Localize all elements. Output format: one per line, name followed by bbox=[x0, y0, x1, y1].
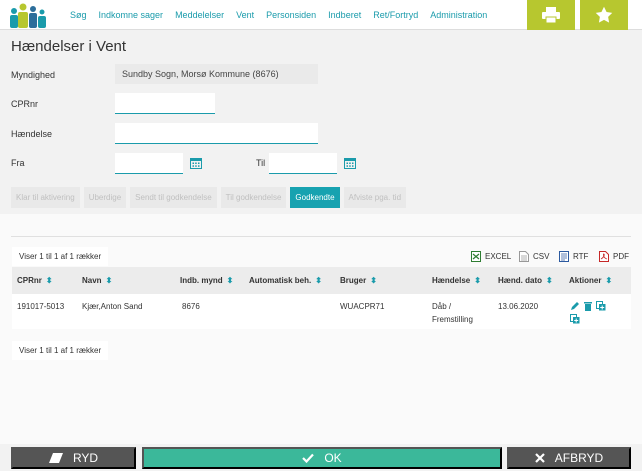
filter-afviste-pga-tid[interactable]: Afviste pga. tid bbox=[343, 187, 407, 208]
filter-godkendte[interactable]: Godkendte bbox=[290, 187, 340, 208]
column-indb-mynd[interactable]: Indb. mynd ⬍ bbox=[180, 267, 233, 294]
cell-haendelse-line1: Dåb / bbox=[432, 302, 452, 311]
sort-icon: ⬍ bbox=[226, 276, 234, 285]
cell-indb-mynd: 8676 bbox=[182, 302, 200, 311]
star-icon bbox=[595, 6, 613, 23]
top-navigation: Søg Indkomne sager Meddelelser Vent Pers… bbox=[0, 0, 642, 30]
column-label: Hænd. dato bbox=[498, 276, 542, 285]
export-rtf[interactable]: RTF bbox=[559, 251, 588, 262]
export-csv-label: CSV bbox=[533, 252, 550, 261]
column-label: Hændelse bbox=[432, 276, 471, 285]
nav-item-indberet[interactable]: Indberet bbox=[322, 10, 367, 20]
nav-item-indkomne-sager[interactable]: Indkomne sager bbox=[93, 10, 170, 20]
logo-icon bbox=[10, 3, 46, 28]
myndighed-label: Myndighed bbox=[11, 70, 56, 80]
afbryd-button[interactable]: AFBRYD bbox=[507, 447, 631, 469]
cell-cprnr: 191017-5013 bbox=[17, 302, 65, 311]
rows-info-top: Viser 1 til 1 af 1 rækker bbox=[12, 247, 109, 266]
page-title: Hændelser i Vent bbox=[11, 38, 127, 55]
column-label: CPRnr bbox=[17, 276, 42, 285]
column-cprnr[interactable]: CPRnr ⬍ bbox=[17, 267, 53, 294]
print-button[interactable] bbox=[527, 0, 575, 30]
column-label: Automatisk beh. bbox=[249, 276, 312, 285]
nav-item-ret-fortryd[interactable]: Ret/Fortryd bbox=[367, 10, 424, 20]
copy-add-icon[interactable] bbox=[570, 314, 580, 324]
export-rtf-label: RTF bbox=[573, 252, 589, 261]
ryd-button[interactable]: RYD bbox=[11, 447, 136, 469]
column-label: Aktioner bbox=[569, 276, 602, 285]
nav-item-soeg[interactable]: Søg bbox=[64, 10, 93, 20]
export-csv[interactable]: CSV bbox=[519, 251, 549, 262]
haendelse-label: Hændelse bbox=[11, 129, 53, 139]
calendar-icon[interactable] bbox=[190, 157, 202, 169]
column-label: Navn bbox=[82, 276, 102, 285]
ryd-label: RYD bbox=[72, 451, 99, 465]
fra-label: Fra bbox=[11, 158, 25, 168]
haendelse-input[interactable] bbox=[115, 123, 318, 144]
export-pdf-label: PDF bbox=[613, 252, 629, 261]
checkmark-icon bbox=[302, 453, 315, 463]
nav-item-administration[interactable]: Administration bbox=[424, 10, 493, 20]
export-pdf[interactable]: PDF bbox=[599, 251, 629, 262]
sort-icon: ⬍ bbox=[370, 276, 377, 285]
pdf-icon bbox=[599, 251, 609, 262]
column-navn[interactable]: Navn ⬍ bbox=[82, 267, 112, 294]
cell-bruger: WUACPR71 bbox=[340, 302, 385, 311]
column-bruger[interactable]: Bruger ⬍ bbox=[340, 267, 377, 294]
filter-uberdige[interactable]: Uberdige bbox=[83, 187, 127, 208]
sort-icon: ⬍ bbox=[546, 276, 553, 285]
til-date-input[interactable] bbox=[269, 153, 337, 174]
cprnr-input[interactable] bbox=[115, 93, 215, 114]
fra-date-input[interactable] bbox=[115, 153, 183, 174]
filter-klar-til-aktivering[interactable]: Klar til aktivering bbox=[11, 187, 80, 208]
column-automatisk-beh[interactable]: Automatisk beh. ⬍ bbox=[249, 267, 322, 294]
column-haendelse[interactable]: Hændelse ⬍ bbox=[432, 267, 481, 294]
column-haend-dato[interactable]: Hænd. dato ⬍ bbox=[498, 267, 553, 294]
favorite-button[interactable] bbox=[580, 0, 628, 30]
filter-til-godkendelse[interactable]: Til godkendelse bbox=[220, 187, 287, 208]
rtf-icon bbox=[559, 251, 569, 262]
table-header: CPRnr ⬍ Navn ⬍ Indb. mynd ⬍ Automatisk beh.… bbox=[12, 267, 631, 294]
table-row: 191017-5013 Kjær,Anton Sand 8676 WUACPR7… bbox=[12, 294, 631, 329]
csv-icon bbox=[519, 251, 529, 262]
main-menu: Søg Indkomne sager Meddelelser Vent Pers… bbox=[64, 0, 493, 30]
sort-icon: ⬍ bbox=[605, 276, 613, 285]
sort-icon: ⬍ bbox=[474, 276, 481, 285]
sort-icon: ⬍ bbox=[315, 276, 322, 285]
column-label: Indb. mynd bbox=[180, 276, 223, 285]
close-icon bbox=[534, 453, 545, 463]
status-filter-tabs: Klar til aktivering Uberdige Sendt til g… bbox=[11, 187, 407, 208]
export-excel-label: EXCEL bbox=[485, 252, 512, 261]
cell-haendelse-line2: Fremstilling bbox=[432, 315, 473, 324]
printer-icon bbox=[542, 7, 560, 23]
column-aktioner[interactable]: Aktioner ⬍ bbox=[569, 267, 612, 294]
excel-icon bbox=[471, 251, 481, 262]
sort-icon: ⬍ bbox=[45, 276, 53, 285]
divider bbox=[11, 236, 631, 237]
eraser-icon bbox=[48, 453, 63, 463]
column-label: Bruger bbox=[340, 276, 367, 285]
nav-item-personsiden[interactable]: Personsiden bbox=[260, 10, 322, 20]
cell-dato: 13.06.2020 bbox=[498, 302, 539, 311]
cell-navn: Kjær,Anton Sand bbox=[82, 302, 143, 311]
rows-info-bottom: Viser 1 til 1 af 1 rækker bbox=[12, 341, 109, 360]
ok-label: OK bbox=[324, 451, 342, 465]
nav-item-meddelelser[interactable]: Meddelelser bbox=[169, 10, 230, 20]
calendar-icon[interactable] bbox=[344, 157, 356, 169]
edit-icon[interactable] bbox=[570, 301, 580, 311]
sort-icon: ⬍ bbox=[105, 276, 113, 285]
copy-add-icon[interactable] bbox=[596, 301, 606, 311]
cprnr-label: CPRnr bbox=[11, 99, 39, 109]
nav-item-vent[interactable]: Vent bbox=[230, 10, 260, 20]
cell-haendelse: Dåb / Fremstilling bbox=[432, 300, 473, 326]
til-label: Til bbox=[256, 158, 266, 168]
filter-sendt-til-godkendelse[interactable]: Sendt til godkendelse bbox=[130, 187, 217, 208]
ok-button[interactable]: OK bbox=[142, 447, 502, 469]
trash-icon[interactable] bbox=[583, 301, 593, 311]
afbryd-label: AFBRYD bbox=[554, 451, 604, 465]
myndighed-value: Sundby Sogn, Morsø Kommune (8676) bbox=[115, 64, 318, 84]
export-excel[interactable]: EXCEL bbox=[471, 251, 511, 262]
